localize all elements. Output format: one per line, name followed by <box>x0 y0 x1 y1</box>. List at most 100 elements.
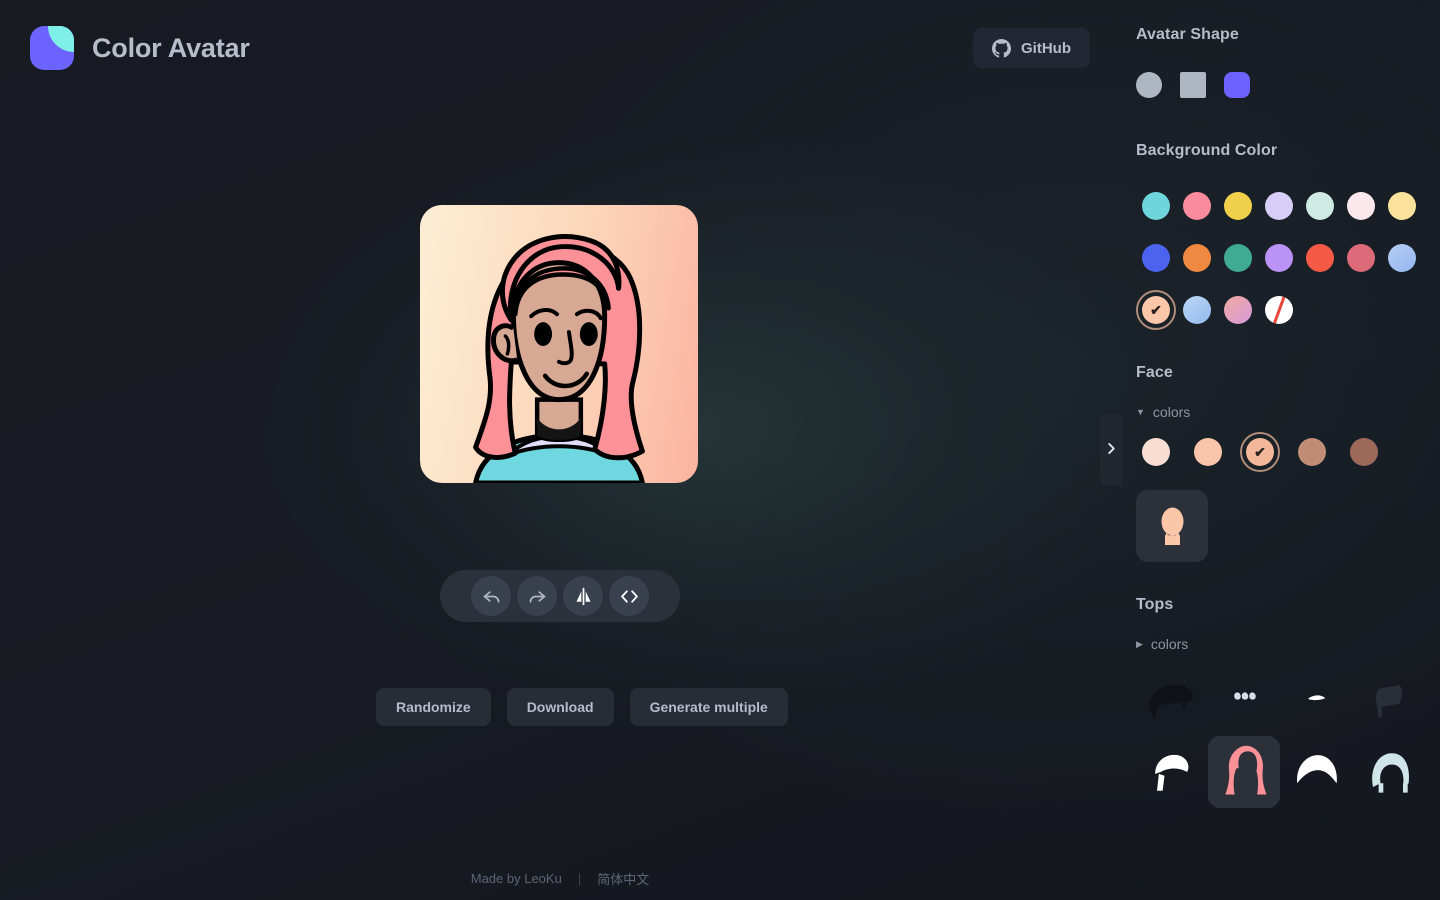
download-button[interactable]: Download <box>506 688 614 726</box>
tops-thumbnail-6[interactable] <box>1208 736 1280 808</box>
shape-square-option[interactable] <box>1180 72 1206 98</box>
flip-button[interactable] <box>563 576 603 616</box>
background-swatch-wrapper-11 <box>1259 238 1299 278</box>
flat-dark-icon <box>1142 670 1202 730</box>
background-swatch-4[interactable] <box>1265 192 1293 220</box>
triangle-right-icon: ▶ <box>1136 638 1143 649</box>
background-swatch-wrapper-9 <box>1177 238 1217 278</box>
avatar-shape-title: Avatar Shape <box>1136 26 1239 43</box>
face-color-swatch-4[interactable] <box>1298 438 1326 466</box>
section-avatar-shape: Avatar Shape <box>1136 26 1440 98</box>
tops-title: Tops <box>1136 596 1174 613</box>
tops-thumbnail-7[interactable] <box>1280 736 1352 808</box>
section-background-color: Background Color ✔ <box>1136 142 1440 330</box>
background-swatch-wrapper-15: ✔ <box>1136 290 1176 330</box>
github-icon <box>992 38 1011 58</box>
face-swatch-wrapper-1 <box>1136 432 1176 472</box>
background-swatch-3[interactable] <box>1224 192 1252 220</box>
shape-circle-option[interactable] <box>1136 72 1162 98</box>
avatar-stage: Randomize Download Generate multiple <box>0 96 1120 856</box>
background-color-title: Background Color <box>1136 142 1278 159</box>
app-logo-icon <box>30 26 74 70</box>
generate-multiple-button[interactable]: Generate multiple <box>629 688 788 726</box>
face-color-swatch-1[interactable] <box>1142 438 1170 466</box>
brand: Color Avatar <box>30 26 250 70</box>
editor-toolbar <box>440 570 680 622</box>
shape-rounded-option[interactable] <box>1224 72 1250 98</box>
background-swatch-wrapper-6 <box>1341 186 1381 226</box>
tops-thumbnail-2[interactable] <box>1208 664 1280 736</box>
section-tops: Tops ▶ colors <box>1136 596 1440 808</box>
tops-thumbnail-4[interactable] <box>1352 664 1424 736</box>
made-by-label: Made by LeoKu <box>470 870 562 886</box>
background-swatch-wrapper-2 <box>1177 186 1217 226</box>
long-pink-icon <box>1214 742 1274 802</box>
code-button[interactable] <box>609 576 649 616</box>
background-swatch-1[interactable] <box>1142 192 1170 220</box>
background-swatch-wrapper-7 <box>1382 186 1422 226</box>
background-swatch-wrapper-3 <box>1218 186 1258 226</box>
tops-thumbnail-3[interactable] <box>1280 664 1352 736</box>
code-icon <box>619 586 640 607</box>
background-swatch-10[interactable] <box>1224 244 1252 272</box>
background-swatch-7[interactable] <box>1388 192 1416 220</box>
background-swatch-16[interactable] <box>1183 296 1211 324</box>
background-swatch-2[interactable] <box>1183 192 1211 220</box>
background-swatch-wrapper-16 <box>1177 290 1217 330</box>
action-buttons: Randomize Download Generate multiple <box>376 688 788 726</box>
face-colors-toggle[interactable]: ▼ colors <box>1136 404 1190 420</box>
tops-thumbnail-8[interactable] <box>1352 736 1424 808</box>
background-swatch-wrapper-12 <box>1300 238 1340 278</box>
background-swatch-15[interactable]: ✔ <box>1142 296 1170 324</box>
curls-icon <box>1214 670 1274 730</box>
sidebar-collapse-toggle[interactable] <box>1100 414 1122 486</box>
short-blue-icon <box>1358 742 1418 802</box>
background-swatch-wrapper-14 <box>1382 238 1422 278</box>
avatar-preview <box>420 205 698 483</box>
check-icon: ✔ <box>1254 443 1266 460</box>
footer-separator: | <box>577 870 582 886</box>
background-swatch-14[interactable] <box>1388 244 1416 272</box>
randomize-button[interactable]: Randomize <box>376 688 491 726</box>
face-color-swatch-3[interactable]: ✔ <box>1246 438 1274 466</box>
app-header: Color Avatar GitHub <box>0 0 1120 96</box>
face-silhouette-icon <box>1146 499 1198 554</box>
app-root: Color Avatar GitHub Randomize Download G… <box>0 0 1440 900</box>
face-swatch-wrapper-5 <box>1344 432 1384 472</box>
background-swatch-wrapper-1 <box>1136 186 1176 226</box>
face-colors-label: colors <box>1152 404 1191 420</box>
flip-horizontal-icon <box>573 586 594 607</box>
background-swatch-6[interactable] <box>1347 192 1375 220</box>
face-color-swatch-5[interactable] <box>1350 438 1378 466</box>
chevron-right-icon <box>1106 441 1117 459</box>
background-swatch-18[interactable] <box>1265 296 1293 324</box>
redo-icon <box>527 586 548 607</box>
background-swatch-wrapper-10 <box>1218 238 1258 278</box>
background-swatch-wrapper-13 <box>1341 238 1381 278</box>
redo-button[interactable] <box>517 576 557 616</box>
background-swatch-wrapper-4 <box>1259 186 1299 226</box>
face-thumbnail-1[interactable] <box>1136 490 1208 562</box>
background-swatch-13[interactable] <box>1347 244 1375 272</box>
background-swatch-9[interactable] <box>1183 244 1211 272</box>
background-swatch-wrapper-8 <box>1136 238 1176 278</box>
triangle-down-icon: ▼ <box>1136 406 1145 417</box>
avatar-shape-options <box>1136 72 1440 98</box>
undo-button[interactable] <box>471 576 511 616</box>
tops-thumbnail-1[interactable] <box>1136 664 1208 736</box>
face-title: Face <box>1136 364 1173 381</box>
page-title: Color Avatar <box>92 32 250 63</box>
background-swatch-17[interactable] <box>1224 296 1252 324</box>
github-button[interactable]: GitHub <box>973 28 1090 68</box>
background-swatch-8[interactable] <box>1142 244 1170 272</box>
background-swatch-11[interactable] <box>1265 244 1293 272</box>
face-color-swatch-2[interactable] <box>1194 438 1222 466</box>
background-swatch-12[interactable] <box>1306 244 1334 272</box>
options-sidebar: Avatar Shape Background Color ✔ Face ▼ c… <box>1120 0 1440 900</box>
background-swatch-5[interactable] <box>1306 192 1334 220</box>
tops-colors-toggle[interactable]: ▶ colors <box>1136 636 1188 652</box>
wisp-icon <box>1286 670 1346 730</box>
language-switch-link[interactable]: 简体中文 <box>597 869 649 888</box>
tops-thumbnail-5[interactable] <box>1136 736 1208 808</box>
flag-icon <box>1358 670 1418 730</box>
